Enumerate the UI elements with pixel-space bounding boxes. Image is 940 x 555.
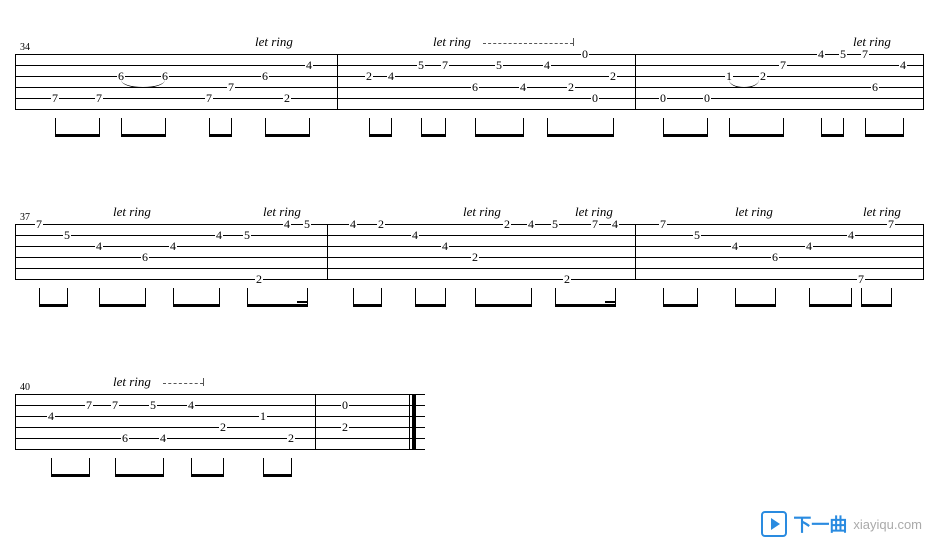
tab-system-1: 34 let ring776677624let ring245765442002… xyxy=(15,20,923,110)
fret-number: 4 xyxy=(159,432,167,444)
fret-number: 2 xyxy=(283,92,291,104)
fret-number: 0 xyxy=(703,92,711,104)
tab-page: 34 let ring776677624let ring245765442002… xyxy=(0,0,940,555)
fret-number: 2 xyxy=(219,421,227,433)
bar-number: 40 xyxy=(20,382,30,393)
fret-number: 7 xyxy=(51,92,59,104)
fret-number: 7 xyxy=(857,273,865,285)
fret-number: 2 xyxy=(377,218,385,230)
fret-number: 4 xyxy=(387,70,395,82)
fret-number: 4 xyxy=(731,240,739,252)
fret-number: 5 xyxy=(63,229,71,241)
fret-number: 2 xyxy=(563,273,571,285)
play-icon xyxy=(761,511,787,537)
fret-number: 5 xyxy=(243,229,251,241)
fret-number: 5 xyxy=(303,218,311,230)
fret-number: 7 xyxy=(35,218,43,230)
fret-number: 2 xyxy=(471,251,479,263)
fret-number: 5 xyxy=(693,229,701,241)
fret-number: 7 xyxy=(659,218,667,230)
tab-staff: let ring776677624let ring245765442002let… xyxy=(15,54,923,110)
fret-number: 6 xyxy=(871,81,879,93)
fret-number: 4 xyxy=(349,218,357,230)
fret-number: 0 xyxy=(659,92,667,104)
fret-number: 6 xyxy=(771,251,779,263)
fret-number: 4 xyxy=(527,218,535,230)
fret-number: 2 xyxy=(567,81,575,93)
fret-number: 7 xyxy=(227,81,235,93)
technique-label: let ring xyxy=(113,374,151,390)
fret-number: 5 xyxy=(551,218,559,230)
tab-system-2: 37 let ringlet ring7546445245let ringlet… xyxy=(15,190,923,280)
watermark-en: xiayiqu.com xyxy=(853,517,922,532)
tab-system-3: 40 let ring 4 7 6 7 5 4 4 2 1 2 0 2 xyxy=(15,360,425,450)
technique-label: let ring xyxy=(853,34,891,50)
fret-number: 5 xyxy=(839,48,847,60)
fret-number: 4 xyxy=(283,218,291,230)
fret-number: 4 xyxy=(305,59,313,71)
fret-number: 2 xyxy=(287,432,295,444)
fret-number: 0 xyxy=(341,399,349,411)
fret-number: 7 xyxy=(95,92,103,104)
fret-number: 6 xyxy=(261,70,269,82)
fret-number: 4 xyxy=(543,59,551,71)
fret-number: 2 xyxy=(609,70,617,82)
fret-number: 1 xyxy=(259,410,267,422)
watermark-cn: 下一曲 xyxy=(793,511,847,537)
fret-number: 7 xyxy=(887,218,895,230)
watermark: 下一曲 xiayiqu.com xyxy=(761,511,922,537)
fret-number: 2 xyxy=(365,70,373,82)
fret-number: 0 xyxy=(581,48,589,60)
fret-number: 7 xyxy=(861,48,869,60)
fret-number: 4 xyxy=(187,399,195,411)
fret-number: 7 xyxy=(441,59,449,71)
technique-label: let ring xyxy=(735,204,773,220)
fret-number: 7 xyxy=(779,59,787,71)
fret-number: 4 xyxy=(805,240,813,252)
fret-number: 4 xyxy=(847,229,855,241)
fret-number: 7 xyxy=(85,399,93,411)
fret-number: 5 xyxy=(417,59,425,71)
fret-number: 6 xyxy=(141,251,149,263)
technique-label: let ring xyxy=(863,204,901,220)
fret-number: 2 xyxy=(503,218,511,230)
technique-label: let ring xyxy=(113,204,151,220)
fret-number: 4 xyxy=(899,59,907,71)
fret-number: 6 xyxy=(471,81,479,93)
fret-number: 4 xyxy=(411,229,419,241)
fret-number: 5 xyxy=(149,399,157,411)
technique-label: let ring xyxy=(263,204,301,220)
fret-number: 4 xyxy=(441,240,449,252)
fret-number: 7 xyxy=(111,399,119,411)
technique-label: let ring xyxy=(433,34,471,50)
fret-number: 4 xyxy=(817,48,825,60)
fret-number: 6 xyxy=(121,432,129,444)
technique-label: let ring xyxy=(463,204,501,220)
fret-number: 2 xyxy=(759,70,767,82)
bar-number: 34 xyxy=(20,42,30,53)
fret-number: 5 xyxy=(495,59,503,71)
fret-number: 4 xyxy=(611,218,619,230)
technique-label: let ring xyxy=(255,34,293,50)
fret-number: 2 xyxy=(255,273,263,285)
fret-number: 7 xyxy=(205,92,213,104)
fret-number: 0 xyxy=(591,92,599,104)
fret-number: 4 xyxy=(519,81,527,93)
tab-staff: let ring476754421202 xyxy=(15,394,425,450)
fret-number: 4 xyxy=(169,240,177,252)
bar-number: 37 xyxy=(20,212,30,223)
fret-number: 4 xyxy=(95,240,103,252)
fret-number: 4 xyxy=(215,229,223,241)
fret-number: 7 xyxy=(591,218,599,230)
fret-number: 2 xyxy=(341,421,349,433)
tab-staff: let ringlet ring7546445245let ringlet ri… xyxy=(15,224,923,280)
fret-number: 4 xyxy=(47,410,55,422)
